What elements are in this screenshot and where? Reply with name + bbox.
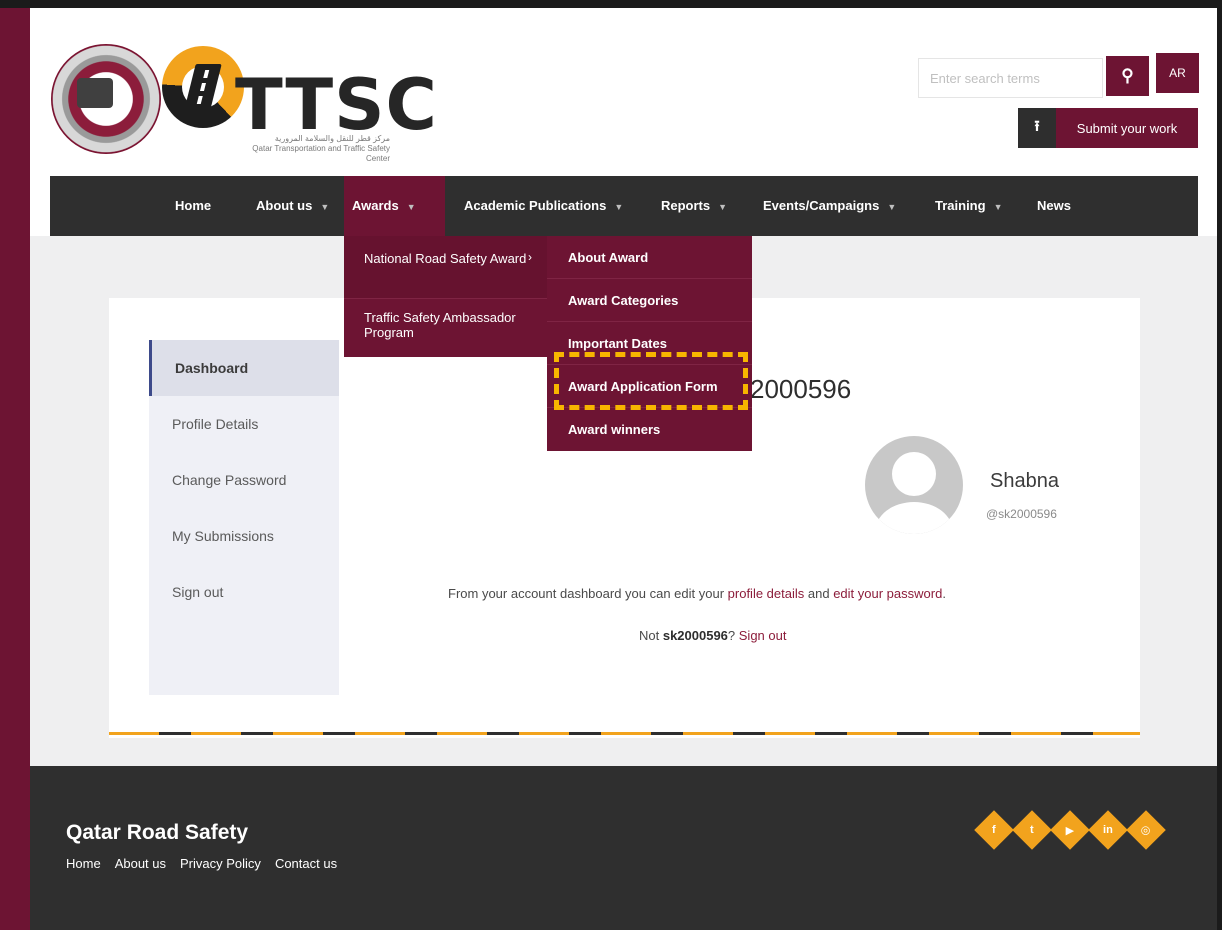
nav-item-label: Events/Campaigns (763, 198, 880, 213)
instagram-glyph: ◎ (1141, 824, 1151, 837)
not-user-text: Not sk2000596? Sign out (639, 628, 786, 643)
menu-item-about-award[interactable]: About Award (547, 236, 752, 279)
user-display-name: Shabna (990, 470, 1059, 492)
social-links: f t ▶ in ◎ (974, 810, 1166, 850)
avatar-head-icon (892, 452, 936, 496)
linkedin-icon[interactable]: in (1088, 810, 1128, 850)
footer-link-contact-us[interactable]: Contact us (275, 856, 337, 871)
language-toggle-button[interactable]: AR (1156, 53, 1199, 93)
youtube-icon[interactable]: ▶ (1050, 810, 1090, 850)
page-left-border (0, 8, 30, 930)
nav-item-label: Awards (352, 198, 399, 213)
avatar-body-icon (875, 502, 953, 534)
menu-item-label: Traffic Safety Ambassador Program (364, 310, 516, 340)
nav-item-label: News (1037, 198, 1071, 213)
chevron-down-icon: ▼ (320, 202, 330, 212)
page: TTSC مركز قطر للنقل والسلامة المرورية Qa… (30, 8, 1217, 930)
nav-item-reports[interactable]: Reports ▼ (661, 176, 727, 236)
profile-details-link[interactable]: profile details (728, 586, 805, 601)
brand-subtitle-arabic: مركز قطر للنقل والسلامة المرورية (274, 134, 390, 143)
footer-title: Qatar Road Safety (66, 821, 249, 844)
chevron-right-icon: › (528, 250, 532, 264)
highlight-box (554, 352, 748, 410)
footer-link-about-us[interactable]: About us (115, 856, 166, 871)
sign-out-link[interactable]: Sign out (739, 628, 787, 643)
awards-dropdown-menu: National Road Safety Award › Traffic Saf… (344, 236, 549, 357)
chevron-down-icon: ▼ (614, 202, 624, 212)
avatar (865, 436, 963, 534)
info-text-suffix: . (942, 586, 946, 601)
youtube-glyph: ▶ (1065, 824, 1075, 837)
info-text-mid: and (804, 586, 834, 601)
submit-work-button[interactable]: ⭱ Submit your work (1018, 108, 1198, 148)
facebook-glyph: f (992, 823, 996, 836)
instagram-icon[interactable]: ◎ (1126, 810, 1166, 850)
account-title: 2000596 (750, 374, 852, 404)
sidebar-item-change-password[interactable]: Change Password (149, 452, 339, 508)
menu-item-traffic-safety-ambassador-program[interactable]: Traffic Safety Ambassador Program (344, 298, 549, 357)
twitter-glyph: t (1030, 823, 1034, 836)
info-text-prefix: From your account dashboard you can edit… (448, 586, 728, 601)
nav-item-label: Academic Publications (464, 198, 607, 213)
edit-password-link[interactable]: edit your password (833, 586, 942, 601)
nav-item-about-us[interactable]: About us ▼ (256, 176, 329, 236)
nav-item-label: Reports (661, 198, 711, 213)
not-username: sk2000596 (662, 628, 728, 643)
menu-item-national-road-safety-award[interactable]: National Road Safety Award › (344, 236, 549, 298)
nav-item-academic-publications[interactable]: Academic Publications ▼ (464, 176, 623, 236)
upload-icon: ⭱ (1018, 108, 1056, 148)
chevron-down-icon: ▼ (887, 202, 897, 212)
sidebar-item-profile-details[interactable]: Profile Details (149, 396, 339, 452)
site-footer: Qatar Road Safety Home About us Privacy … (30, 766, 1217, 930)
nav-item-label: Home (175, 198, 212, 213)
not-prefix: Not (639, 628, 663, 643)
nav-item-label: Training (935, 198, 986, 213)
brand-subtitle: مركز قطر للنقل والسلامة المرورية Qatar T… (230, 134, 390, 164)
sidebar-item-sign-out[interactable]: Sign out (149, 564, 339, 620)
nav-item-events-campaigns[interactable]: Events/Campaigns ▼ (763, 176, 896, 236)
seal-emblem (77, 78, 113, 108)
nav-item-news[interactable]: News (1037, 176, 1071, 236)
search-button[interactable]: ⚲ (1106, 56, 1149, 96)
screen: TTSC مركز قطر للنقل والسلامة المرورية Qa… (0, 0, 1222, 930)
not-question: ? (727, 628, 739, 643)
chevron-down-icon: ▼ (406, 202, 416, 212)
facebook-icon[interactable]: f (974, 810, 1014, 850)
menu-item-label: National Road Safety Award (364, 251, 527, 266)
submit-work-label: Submit your work (1056, 108, 1198, 148)
search-input[interactable] (918, 58, 1103, 98)
magnifier-icon: ⚲ (1121, 66, 1134, 85)
brand-subtitle-english: Qatar Transportation and Traffic Safety … (252, 144, 390, 163)
account-sidebar: Dashboard Profile Details Change Passwor… (149, 340, 339, 695)
user-handle: @sk2000596 (986, 507, 1057, 521)
menu-item-award-winners[interactable]: Award winners (547, 408, 752, 451)
brand-name[interactable]: TTSC (235, 70, 438, 140)
nav-item-training[interactable]: Training ▼ (935, 176, 1002, 236)
sidebar-item-my-submissions[interactable]: My Submissions (149, 508, 339, 564)
menu-item-award-categories[interactable]: Award Categories (547, 279, 752, 322)
nav-item-home[interactable]: Home (175, 176, 211, 236)
road-stripe-divider (109, 732, 1140, 735)
nav-item-label: About us (256, 198, 313, 213)
sidebar-item-dashboard[interactable]: Dashboard (149, 340, 339, 396)
nav-item-awards[interactable]: Awards ▼ (344, 176, 445, 236)
dashboard-info-text: From your account dashboard you can edit… (448, 586, 946, 601)
chevron-down-icon: ▼ (718, 202, 728, 212)
footer-link-privacy-policy[interactable]: Privacy Policy (180, 856, 261, 871)
linkedin-glyph: in (1103, 824, 1113, 836)
chevron-down-icon: ▼ (993, 202, 1003, 212)
footer-link-home[interactable]: Home (66, 856, 101, 871)
footer-links: Home About us Privacy Policy Contact us (66, 856, 337, 871)
window-top-bar (0, 0, 1222, 8)
twitter-icon[interactable]: t (1012, 810, 1052, 850)
site-header: TTSC مركز قطر للنقل والسلامة المرورية Qa… (30, 8, 1217, 178)
main-navigation: Home About us ▼ Awards ▼ Academic Publicat… (50, 176, 1198, 236)
award-submenu: About Award Award Categories Important D… (547, 236, 752, 451)
page-right-border (1217, 8, 1222, 930)
